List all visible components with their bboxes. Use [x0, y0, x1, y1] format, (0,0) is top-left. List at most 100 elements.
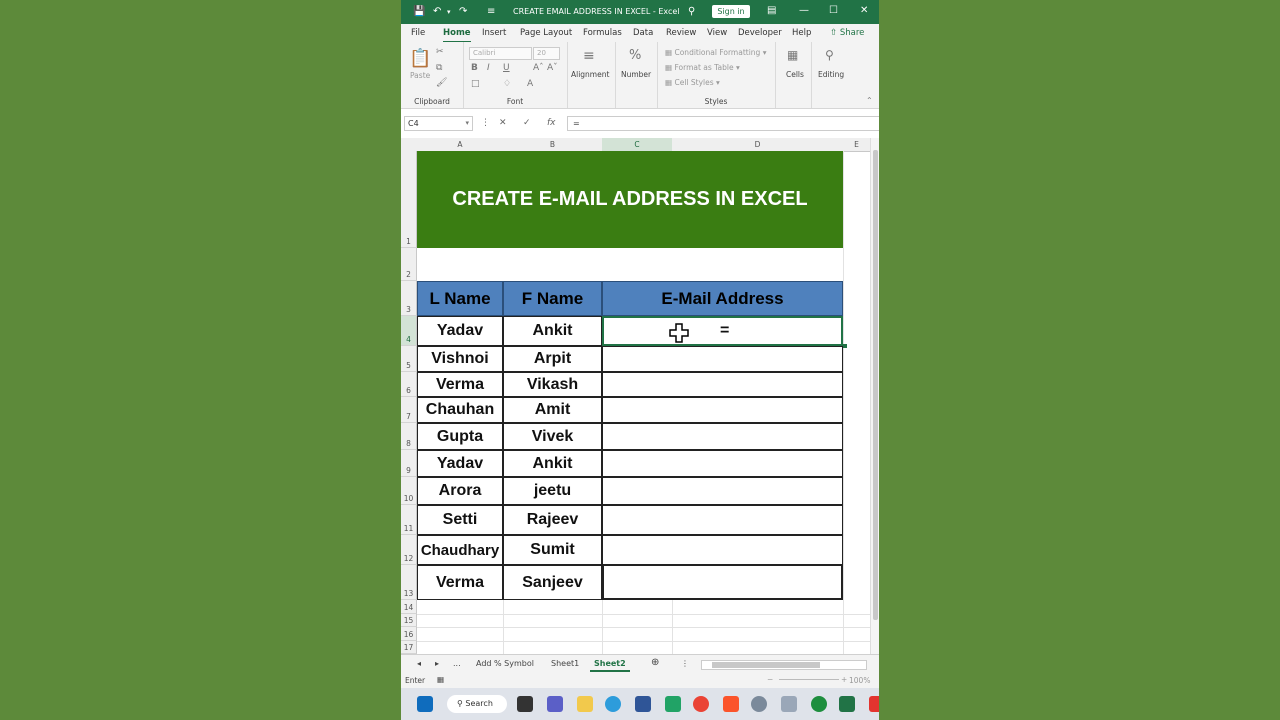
macro-record-icon[interactable]: ▦ [437, 675, 444, 684]
row-header-4[interactable]: 4 [401, 316, 417, 346]
copy-icon[interactable]: ⧉ [436, 63, 442, 73]
autosave-save-icon[interactable]: 💾 [413, 6, 425, 17]
column-header-d[interactable]: D [672, 138, 844, 152]
select-all-corner[interactable] [401, 138, 418, 152]
row-header-12[interactable]: 12 [401, 535, 417, 565]
table-cell-email[interactable] [602, 372, 843, 397]
tab-developer[interactable]: Developer [738, 28, 782, 38]
italic-icon[interactable]: I [487, 63, 490, 73]
tab-review[interactable]: Review [666, 28, 696, 38]
format-painter-icon[interactable]: 🖌 [436, 78, 447, 88]
column-header-a[interactable]: A [417, 138, 504, 152]
name-box[interactable]: C4 ▾ [404, 116, 473, 131]
active-cell-c4[interactable]: = [602, 316, 843, 346]
table-cell-email[interactable] [602, 397, 843, 423]
editing-group[interactable]: ⚲ Editing [811, 42, 851, 108]
table-cell-first[interactable]: Amit [503, 397, 602, 423]
table-cell-first[interactable]: Rajeev [503, 505, 602, 535]
cancel-entry-icon[interactable]: ✕ [499, 118, 507, 128]
settings-icon[interactable] [751, 696, 767, 712]
row-header-9[interactable]: 9 [401, 450, 417, 477]
taskbar-search[interactable]: ⚲ Search [447, 695, 507, 713]
increase-font-icon[interactable]: Aˆ [533, 63, 544, 73]
store-icon[interactable] [635, 696, 651, 712]
share-button[interactable]: ⇧ Share [830, 28, 864, 38]
table-cell-last[interactable]: Verma [417, 372, 503, 397]
horizontal-scrollbar[interactable] [701, 660, 867, 670]
row-header-15[interactable]: 15 [401, 614, 417, 627]
underline-icon[interactable]: U [503, 63, 510, 73]
sign-in-button[interactable]: Sign in [712, 5, 750, 18]
table-cell-first[interactable]: Ankit [503, 316, 602, 346]
header-last-name[interactable]: L Name [417, 281, 503, 316]
font-name-dropdown[interactable]: Calibri [469, 47, 532, 60]
app-icon[interactable] [665, 696, 681, 712]
collapse-ribbon-icon[interactable]: ⌃ [866, 96, 873, 105]
row-header-1[interactable]: 1 [401, 151, 417, 248]
paste-icon[interactable]: 📋 [409, 48, 431, 69]
minimize-icon[interactable]: — [799, 5, 809, 16]
undo-icon[interactable]: ↶ [433, 6, 441, 17]
task-view-icon[interactable] [517, 696, 533, 712]
horizontal-scroll-thumb[interactable] [712, 662, 820, 668]
column-header-b[interactable]: B [503, 138, 603, 152]
number-group[interactable]: % Number [615, 42, 658, 108]
row-header-7[interactable]: 7 [401, 397, 417, 423]
formula-input[interactable]: = [567, 116, 879, 131]
edge-icon[interactable] [605, 696, 621, 712]
header-first-name[interactable]: F Name [503, 281, 602, 316]
row-header-5[interactable]: 5 [401, 346, 417, 372]
table-cell-email[interactable] [602, 565, 843, 600]
zoom-in-icon[interactable]: + [841, 675, 847, 684]
table-cell-email[interactable] [602, 535, 843, 565]
vertical-scrollbar[interactable] [870, 138, 879, 654]
table-cell-first[interactable]: Vikash [503, 372, 602, 397]
table-cell-last[interactable]: Verma [417, 565, 503, 600]
maximize-icon[interactable]: ☐ [829, 5, 838, 16]
sheet-tab-sheet2[interactable]: Sheet2 [590, 659, 630, 672]
cut-icon[interactable]: ✂ [436, 47, 444, 57]
table-cell-first[interactable]: Sumit [503, 535, 602, 565]
zoom-slider[interactable] [779, 679, 839, 680]
format-as-table-button[interactable]: ▦ Format as Table ▾ [665, 63, 740, 72]
tab-view[interactable]: View [707, 28, 727, 38]
tab-help[interactable]: Help [792, 28, 811, 38]
table-cell-email[interactable] [602, 423, 843, 450]
row-header-8[interactable]: 8 [401, 423, 417, 450]
photos-icon[interactable] [781, 696, 797, 712]
search-icon[interactable]: ⚲ [688, 6, 695, 17]
table-cell-last[interactable]: Gupta [417, 423, 503, 450]
font-size-dropdown[interactable]: 20 [533, 47, 560, 60]
fill-handle[interactable] [843, 344, 847, 348]
conditional-formatting-button[interactable]: ▦ Conditional Formatting ▾ [665, 48, 766, 57]
vertical-scroll-thumb[interactable] [873, 150, 878, 620]
insert-function-icon[interactable]: fx [547, 118, 556, 128]
alignment-group[interactable]: ≡ Alignment [567, 42, 616, 108]
cell-styles-button[interactable]: ▦ Cell Styles ▾ [665, 78, 720, 87]
table-cell-last[interactable]: Yadav [417, 450, 503, 477]
table-cell-first[interactable]: Arpit [503, 346, 602, 372]
tab-home[interactable]: Home [443, 28, 471, 43]
row-header-6[interactable]: 6 [401, 372, 417, 397]
borders-icon[interactable]: □ [471, 79, 480, 89]
decrease-font-icon[interactable]: Aˇ [547, 63, 558, 73]
file-explorer-icon[interactable] [577, 696, 593, 712]
windows-start-icon[interactable] [417, 696, 433, 712]
row-header-11[interactable]: 11 [401, 505, 417, 535]
chat-icon[interactable] [547, 696, 563, 712]
redo-icon[interactable]: ↷ [459, 6, 467, 17]
tab-insert[interactable]: Insert [482, 28, 506, 38]
table-cell-last[interactable]: Setti [417, 505, 503, 535]
tab-page-layout[interactable]: Page Layout [520, 28, 572, 38]
bold-icon[interactable]: B [471, 63, 478, 73]
scroll-tabs-right-icon[interactable]: ▸ [435, 659, 439, 668]
brave-icon[interactable] [723, 696, 739, 712]
table-cell-email[interactable] [602, 450, 843, 477]
tab-file[interactable]: File [411, 28, 425, 38]
undo-dropdown-icon[interactable]: ▾ [447, 8, 451, 16]
cells-group[interactable]: ▦ Cells [775, 42, 812, 108]
row-header-3[interactable]: 3 [401, 281, 417, 316]
table-cell-first[interactable]: Ankit [503, 450, 602, 477]
more-sheets-button[interactable]: ... [453, 659, 461, 668]
app-green-icon[interactable] [811, 696, 827, 712]
